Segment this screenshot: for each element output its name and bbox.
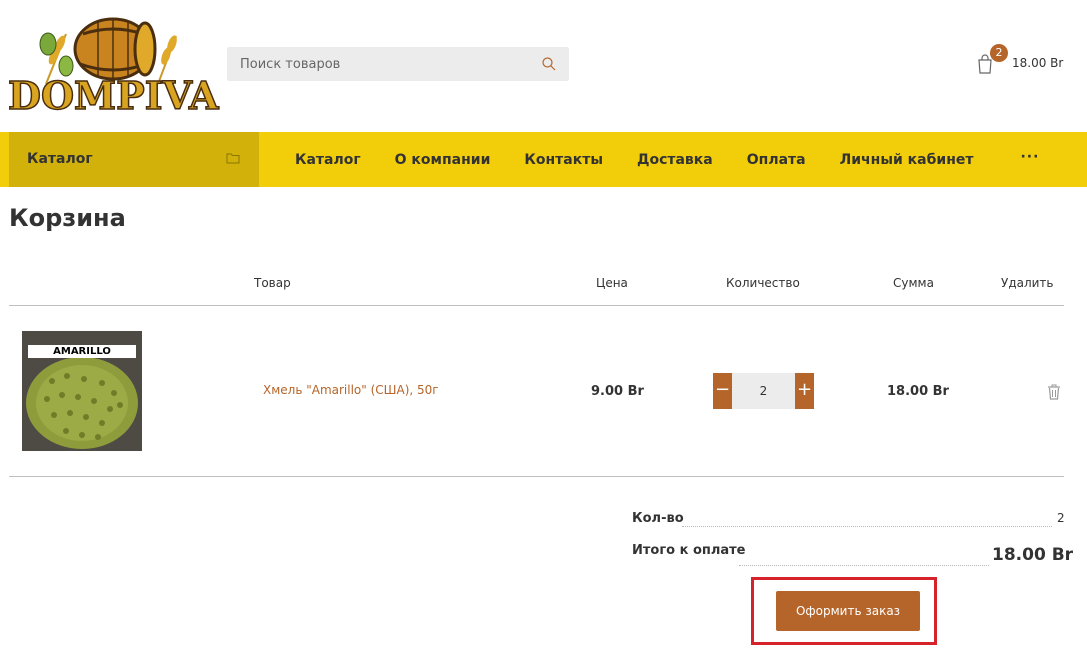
quantity-input[interactable] — [732, 373, 795, 409]
search-bar — [227, 47, 569, 81]
product-image-label: AMARILLO — [28, 345, 136, 358]
grand-total-value: 18.00 Br — [992, 545, 1074, 565]
cart-count-badge: 2 — [990, 44, 1008, 62]
quantity-stepper: − + — [713, 373, 814, 409]
catalog-menu-button[interactable]: Каталог — [9, 132, 259, 187]
grand-total-label: Итого к оплате — [632, 543, 746, 558]
main-nav: Каталог Каталог О компании Контакты Дост… — [0, 132, 1087, 187]
column-header-product: Товар — [254, 276, 291, 290]
nav-item-contacts[interactable]: Контакты — [507, 152, 620, 168]
nav-more-button[interactable]: ··· — [990, 149, 1059, 171]
product-price: 9.00 Br — [591, 384, 644, 399]
search-input[interactable] — [227, 47, 527, 81]
table-divider — [9, 476, 1064, 477]
logo-text: DOMPIVA — [7, 73, 219, 118]
quantity-increase-button[interactable]: + — [795, 373, 814, 409]
dotted-leader — [682, 526, 1052, 527]
folder-icon — [226, 153, 240, 164]
nav-item-delivery[interactable]: Доставка — [620, 152, 730, 168]
cart-total: 18.00 Br — [1012, 56, 1064, 70]
dotted-leader — [739, 565, 989, 566]
search-icon[interactable] — [541, 56, 557, 72]
trash-icon[interactable] — [1047, 384, 1061, 400]
column-header-price: Цена — [596, 276, 628, 290]
nav-item-about[interactable]: О компании — [378, 152, 508, 168]
product-image[interactable]: AMARILLO — [22, 331, 142, 451]
header-cart[interactable]: 2 18.00 Br — [976, 44, 1076, 80]
checkout-button[interactable]: Оформить заказ — [776, 591, 920, 631]
nav-item-payment[interactable]: Оплата — [730, 152, 823, 168]
product-name-link[interactable]: Хмель "Amarillo" (США), 50г — [263, 383, 439, 397]
logo[interactable]: DOMPIVA — [7, 14, 219, 116]
column-header-sum: Сумма — [893, 276, 934, 290]
catalog-menu-label: Каталог — [27, 151, 93, 167]
nav-item-account[interactable]: Личный кабинет — [823, 152, 991, 168]
total-quantity-value: 2 — [1057, 511, 1065, 525]
product-sum: 18.00 Br — [887, 384, 949, 399]
column-header-quantity: Количество — [726, 276, 800, 290]
quantity-decrease-button[interactable]: − — [713, 373, 732, 409]
nav-item-catalog[interactable]: Каталог — [278, 152, 378, 168]
column-header-delete: Удалить — [1001, 276, 1054, 290]
total-quantity-label: Кол-во — [632, 511, 684, 526]
table-divider — [9, 305, 1064, 306]
page-title: Корзина — [9, 204, 126, 232]
